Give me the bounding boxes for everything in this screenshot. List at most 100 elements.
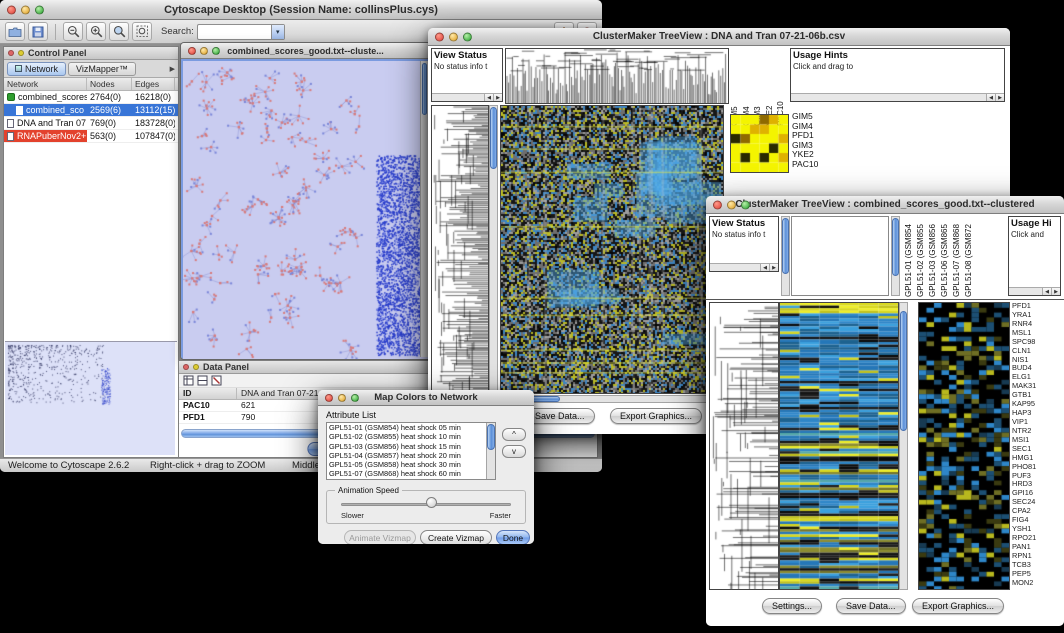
- export-graphics-button[interactable]: Export Graphics...: [912, 598, 1004, 614]
- close-icon[interactable]: [713, 200, 722, 209]
- heatmap-canvas[interactable]: [779, 302, 899, 590]
- network-vertical-scrollbar[interactable]: [420, 61, 428, 357]
- attribute-list-item[interactable]: GPL51-04 (GSM857) heat shock 20 min: [327, 451, 495, 460]
- attribute-list-item[interactable]: GPL51-01 (GSM854) heat shock 05 min: [327, 423, 495, 432]
- panel-close-icon[interactable]: [183, 364, 189, 370]
- tab-network[interactable]: Network: [7, 62, 66, 76]
- slider-thumb[interactable]: [426, 497, 437, 508]
- close-icon[interactable]: [188, 47, 196, 55]
- zoom-out-button[interactable]: [63, 22, 83, 41]
- network-canvas-area[interactable]: [181, 59, 430, 359]
- panel-float-icon[interactable]: [193, 364, 199, 370]
- move-up-button[interactable]: ^: [502, 428, 526, 441]
- col-nodes[interactable]: Nodes: [87, 78, 132, 90]
- col-edges[interactable]: Edges: [132, 78, 175, 90]
- scroll-right-icon[interactable]: ▶: [493, 94, 502, 102]
- main-titlebar[interactable]: Cytoscape Desktop (Session Name: collins…: [0, 0, 602, 20]
- scroll-left-icon[interactable]: ◀: [986, 94, 995, 102]
- panel-close-icon[interactable]: [8, 50, 14, 56]
- close-icon[interactable]: [325, 394, 333, 402]
- attribute-delete-icon[interactable]: [211, 375, 222, 386]
- zoom-selected-button[interactable]: [109, 22, 129, 41]
- table-row[interactable]: DNA and Tran 07 769(0) 183728(0): [4, 117, 178, 130]
- tab-vizmapper[interactable]: VizMapper™: [68, 62, 136, 76]
- zoom-icon[interactable]: [35, 5, 44, 14]
- vertical-scrollbar[interactable]: [899, 302, 908, 590]
- zoom-icon[interactable]: [741, 200, 750, 209]
- heatmap-canvas[interactable]: [500, 105, 724, 394]
- attribute-list-item[interactable]: GPL51-02 (GSM855) heat shock 10 min: [327, 432, 495, 441]
- row-dendrogram-canvas[interactable]: [431, 105, 489, 394]
- col-network[interactable]: Network: [4, 78, 87, 90]
- column-dendrogram-canvas[interactable]: [505, 48, 729, 104]
- close-icon[interactable]: [435, 32, 444, 41]
- scroll-left-icon[interactable]: ◀: [1042, 288, 1051, 296]
- list-vertical-scrollbar[interactable]: [486, 423, 495, 479]
- vertical-scrollbar[interactable]: [891, 216, 900, 296]
- scrollbar-thumb[interactable]: [782, 218, 789, 274]
- attribute-list-item[interactable]: GPL51-03 (GSM856) heat shock 15 min: [327, 442, 495, 451]
- network-list-header[interactable]: Network Nodes Edges: [4, 78, 178, 91]
- scrollbar-thumb[interactable]: [490, 107, 497, 169]
- zoom-icon[interactable]: [212, 47, 220, 55]
- table-row[interactable]: combined_scores 2764(0) 16218(0): [4, 91, 178, 104]
- birdseye-view[interactable]: [5, 341, 177, 456]
- scroll-left-icon[interactable]: ◀: [484, 94, 493, 102]
- open-session-button[interactable]: [5, 22, 25, 41]
- table-row-selected[interactable]: combined_sco 2569(6) 13112(15): [4, 104, 178, 117]
- attribute-list-item[interactable]: GPL51-05 (GSM858) heat shock 30 min: [327, 460, 495, 469]
- correlation-matrix-canvas[interactable]: [730, 114, 789, 173]
- table-row[interactable]: RNAPuberNov2+ 563(0) 107847(0): [4, 130, 178, 143]
- row-dendrogram-canvas[interactable]: [709, 302, 779, 590]
- export-graphics-button[interactable]: Export Graphics...: [610, 408, 702, 424]
- zoom-fit-button[interactable]: [132, 22, 152, 41]
- save-session-button[interactable]: [28, 22, 48, 41]
- control-panel-header[interactable]: Control Panel: [4, 47, 178, 60]
- zoom-in-button[interactable]: [86, 22, 106, 41]
- minimize-icon[interactable]: [727, 200, 736, 209]
- create-vizmap-button[interactable]: Create Vizmap: [420, 530, 492, 544]
- pane-horizontal-scrollbar[interactable]: ◀▶: [791, 93, 1004, 101]
- scrollbar-thumb[interactable]: [900, 311, 907, 431]
- col-id[interactable]: ID: [179, 388, 237, 399]
- scrollbar-thumb[interactable]: [892, 218, 899, 276]
- treeview-titlebar[interactable]: ClusterMaker TreeView : DNA and Tran 07-…: [428, 28, 1010, 46]
- zoom-icon[interactable]: [463, 32, 472, 41]
- network-view-titlebar[interactable]: combined_scores_good.txt--cluste...: [181, 43, 430, 59]
- scrollbar-thumb[interactable]: [422, 63, 427, 115]
- attribute-listbox[interactable]: GPL51-01 (GSM854) heat shock 05 minGPL51…: [326, 422, 496, 480]
- combo-arrow-icon[interactable]: ▾: [271, 25, 284, 39]
- treeview-titlebar[interactable]: ClusterMaker TreeView : combined_scores_…: [706, 196, 1064, 214]
- move-down-button[interactable]: v: [502, 445, 526, 458]
- save-data-button[interactable]: Save Data...: [525, 408, 595, 424]
- scrollbar-thumb[interactable]: [487, 424, 495, 450]
- scroll-right-icon[interactable]: ▶: [769, 264, 778, 272]
- scroll-right-icon[interactable]: ▶: [1051, 288, 1060, 296]
- secondary-heatmap-canvas[interactable]: [918, 302, 1010, 590]
- attribute-list-item[interactable]: GPL51-07 (GSM868) heat shock 60 min: [327, 469, 495, 478]
- minimize-icon[interactable]: [449, 32, 458, 41]
- vertical-scrollbar[interactable]: [781, 216, 790, 296]
- tab-overflow-icon[interactable]: ▶: [170, 65, 175, 73]
- dialog-titlebar[interactable]: Map Colors to Network: [318, 390, 534, 406]
- pane-horizontal-scrollbar[interactable]: ◀▶: [710, 263, 778, 271]
- done-button[interactable]: Done: [496, 530, 530, 544]
- panel-float-icon[interactable]: [18, 50, 24, 56]
- attribute-create-icon[interactable]: [197, 375, 208, 386]
- vertical-scrollbar[interactable]: [489, 105, 498, 394]
- minimize-icon[interactable]: [200, 47, 208, 55]
- pane-horizontal-scrollbar[interactable]: ◀▶: [1009, 287, 1060, 295]
- settings-button[interactable]: Settings...: [762, 598, 822, 614]
- birdseye-canvas[interactable]: [5, 342, 175, 455]
- pane-horizontal-scrollbar[interactable]: ◀▶: [432, 93, 502, 101]
- zoom-icon[interactable]: [351, 394, 359, 402]
- minimize-icon[interactable]: [338, 394, 346, 402]
- save-data-button[interactable]: Save Data...: [836, 598, 906, 614]
- scroll-right-icon[interactable]: ▶: [995, 94, 1004, 102]
- scroll-left-icon[interactable]: ◀: [760, 264, 769, 272]
- minimize-icon[interactable]: [21, 5, 30, 14]
- attribute-select-icon[interactable]: [183, 375, 194, 386]
- network-canvas[interactable]: [183, 61, 430, 359]
- close-icon[interactable]: [7, 5, 16, 14]
- search-input[interactable]: ▾: [197, 24, 285, 40]
